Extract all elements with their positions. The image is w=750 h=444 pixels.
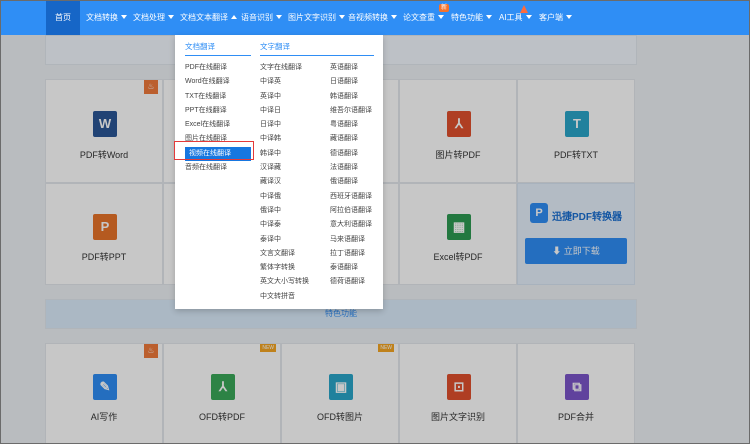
nav-doc-convert[interactable]: 文档转换 [86,1,127,35]
menu-item[interactable]: 中译英 [260,75,320,89]
nav-label: 特色功能 [451,13,483,22]
menu-item[interactable]: 维吾尔语翻译 [330,104,378,118]
translate-dropdown: 文档翻译 PDF在线翻译 Word在线翻译 TXT在线翻译 PPT在线翻译 Excel在… [175,35,383,309]
menu-item[interactable]: 泰语翻译 [330,261,378,275]
chevron-down-icon [121,15,127,19]
menu-item[interactable]: PPT在线翻译 [185,104,251,118]
nav-label: 论文查重 [403,13,435,22]
menu-item[interactable]: 俄译中 [260,204,320,218]
menu-item[interactable]: TXT在线翻译 [185,90,251,104]
menu-item[interactable]: 韩译中 [260,147,320,161]
chevron-up-icon [231,15,237,19]
nav-av-convert[interactable]: 音视频转换 [348,1,397,35]
menu-item[interactable]: 意大利语翻译 [330,218,378,232]
menu-item[interactable]: 日译中 [260,118,320,132]
new-badge: 新 [439,4,450,12]
text-translate-heading: 文字翻译 [260,41,374,56]
chevron-down-icon [525,15,532,19]
text-translate-list-2: 英语翻译 日语翻译 韩语翻译 维吾尔语翻译 粤语翻译 藏语翻译 德语翻译 法语翻译 俄语翻译 西班… [330,61,378,290]
menu-item[interactable]: 藏译汉 [260,175,320,189]
nav-ai-tools[interactable]: AI工具 [499,1,532,35]
menu-item[interactable]: 日语翻译 [330,75,378,89]
menu-item[interactable]: 德荷语翻译 [330,275,378,289]
chevron-down-icon [276,15,282,19]
menu-item[interactable]: 英译中 [260,90,320,104]
menu-item[interactable]: 中译日 [260,104,320,118]
top-nav: 首页 文档转换 文档处理 文档文本翻译 语音识别 图片文字识别 音视频转换 论文… [1,1,749,35]
nav-speech[interactable]: 语音识别 [241,1,282,35]
nav-client[interactable]: 客户端 [539,1,572,35]
nav-ocr[interactable]: 图片文字识别 [288,1,345,35]
chevron-down-icon [339,15,345,19]
nav-label: 首页 [55,13,71,22]
chevron-down-icon [486,15,492,19]
menu-item[interactable]: 藏语翻译 [330,132,378,146]
nav-label: 客户端 [539,13,563,22]
menu-item[interactable]: 泰译中 [260,233,320,247]
nav-home[interactable]: 首页 [46,1,80,35]
chevron-down-icon [566,15,572,19]
nav-label: 音视频转换 [348,13,388,22]
menu-item[interactable]: 韩语翻译 [330,90,378,104]
chevron-down-icon [168,15,174,19]
nav-label: 语音识别 [241,13,273,22]
menu-item[interactable]: 中译韩 [260,132,320,146]
menu-item[interactable]: 音频在线翻译 [185,161,251,175]
nav-special[interactable]: 特色功能 [451,1,492,35]
text-translate-list-1: 文字在线翻译 中译英 英译中 中译日 日译中 中译韩 韩译中 汉译藏 藏译汉 中译俄 俄译中 中译泰泰… [260,61,320,304]
menu-item[interactable]: 英文大小写转换 [260,275,320,289]
menu-item[interactable]: 俄语翻译 [330,175,378,189]
menu-item[interactable]: Excel在线翻译 [185,118,251,132]
menu-item[interactable]: 拉丁语翻译 [330,247,378,261]
nav-doc-process[interactable]: 文档处理 [133,1,174,35]
nav-label: 文档处理 [133,13,165,22]
doc-translate-heading: 文档翻译 [185,41,251,56]
menu-item[interactable]: 中译泰 [260,218,320,232]
menu-item[interactable]: 中译俄 [260,190,320,204]
menu-item[interactable]: 马来语翻译 [330,233,378,247]
menu-item[interactable]: 法语翻译 [330,161,378,175]
nav-label: 文档文本翻译 [180,13,228,22]
menu-item[interactable]: 西班牙语翻译 [330,190,378,204]
menu-item[interactable]: Word在线翻译 [185,75,251,89]
chevron-down-icon [391,15,397,19]
menu-item[interactable]: 文言文翻译 [260,247,320,261]
menu-item[interactable]: 粤语翻译 [330,118,378,132]
nav-label: AI工具 [499,13,523,22]
nav-plagiarism[interactable]: 论文查重 [403,1,444,35]
menu-item[interactable]: 汉译藏 [260,161,320,175]
menu-item[interactable]: 阿拉伯语翻译 [330,204,378,218]
nav-label: 图片文字识别 [288,13,336,22]
menu-item[interactable]: 中文转拼音 [260,290,320,304]
nav-label: 文档转换 [86,13,118,22]
nav-translate[interactable]: 文档文本翻译 [180,1,237,35]
chevron-down-icon [438,15,444,19]
menu-item[interactable]: 文字在线翻译 [260,61,320,75]
menu-item[interactable]: 英语翻译 [330,61,378,75]
text-translate-column: 文字翻译 文字在线翻译 中译英 英译中 中译日 日译中 中译韩 韩译中 汉译藏 藏译汉 中译俄 俄译… [260,41,374,300]
menu-item[interactable]: 繁体字转换 [260,261,320,275]
browser-frame: ♨ W PDF转Word ⅄ 图片转PDF T PDF转TXT P PDF转PP… [0,0,750,444]
menu-item[interactable]: 德语翻译 [330,147,378,161]
menu-item[interactable]: PDF在线翻译 [185,61,251,75]
selection-highlight-frame [174,141,254,160]
